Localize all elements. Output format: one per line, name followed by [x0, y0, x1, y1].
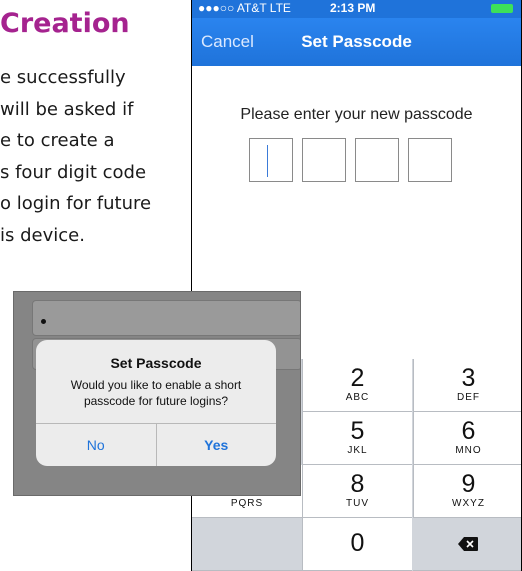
passcode-digit-box[interactable]	[302, 138, 346, 182]
key-0[interactable]: 0	[302, 518, 412, 571]
nav-bar: Cancel Set Passcode	[192, 18, 521, 66]
key-number: 5	[350, 417, 365, 445]
key-8[interactable]: 8 TUV	[302, 465, 412, 518]
battery-icon	[491, 4, 513, 13]
key-letters: WXYZ	[452, 498, 485, 509]
nav-title: Set Passcode	[301, 32, 412, 51]
slide-body-line: will be asked if	[0, 98, 134, 120]
key-number: 3	[461, 364, 476, 392]
slide-body-line: is device.	[0, 224, 85, 246]
key-6[interactable]: 6 MNO	[413, 412, 521, 465]
slide-body-line: e successfully	[0, 67, 126, 88]
password-dot-icon	[41, 319, 46, 324]
key-letters: PQRS	[230, 498, 264, 509]
key-3[interactable]: 3 DEF	[413, 359, 521, 412]
key-letters: MNO	[455, 445, 482, 456]
key-number: 2	[350, 364, 365, 392]
status-bar: ●●●○○ AT&T LTE 2:13 PM	[192, 0, 521, 18]
alert-title: Set Passcode	[110, 355, 202, 371]
passcode-digit-box[interactable]	[408, 138, 452, 182]
backspace-icon	[458, 537, 478, 551]
slide-body: e successfully will be asked if e to cre…	[0, 62, 190, 251]
slide-body-line: o login for future	[0, 193, 152, 214]
key-letters: ABC	[345, 392, 370, 403]
slide-body-line: e to create a	[0, 130, 115, 151]
yes-button[interactable]: Yes	[157, 424, 277, 466]
passcode-digit-box[interactable]	[355, 138, 399, 182]
alert-screenshot: Set Passcode Would you like to enable a …	[13, 291, 301, 496]
key-9[interactable]: 9 WXYZ	[413, 465, 521, 518]
alert-message: Would you like to enable a short passcod…	[70, 378, 242, 408]
key-number: 9	[461, 470, 476, 498]
background-field	[32, 300, 300, 336]
status-time: 2:13 PM	[330, 1, 376, 15]
passcode-prompt: Please enter your new passcode	[240, 106, 473, 123]
key-letters: DEF	[457, 392, 480, 403]
delete-key[interactable]	[413, 518, 521, 571]
slide-body-line: s four digit code	[0, 161, 147, 183]
alert-buttons: No Yes	[36, 423, 276, 466]
no-button[interactable]: No	[36, 424, 157, 466]
key-number: 6	[461, 417, 476, 445]
carrier-label: ●●●○○ AT&T LTE	[198, 1, 291, 15]
key-5[interactable]: 5 JKL	[302, 412, 412, 465]
key-letters: TUV	[346, 498, 369, 509]
key-blank	[192, 518, 302, 571]
alert-dialog: Set Passcode Would you like to enable a …	[36, 340, 276, 466]
key-number: 8	[350, 470, 365, 498]
slide-title: Creation	[0, 8, 130, 39]
key-2[interactable]: 2 ABC	[302, 359, 412, 412]
key-letters: JKL	[347, 445, 368, 456]
passcode-boxes[interactable]	[249, 138, 452, 182]
key-number: 0	[350, 529, 365, 557]
passcode-digit-box[interactable]	[249, 138, 293, 182]
